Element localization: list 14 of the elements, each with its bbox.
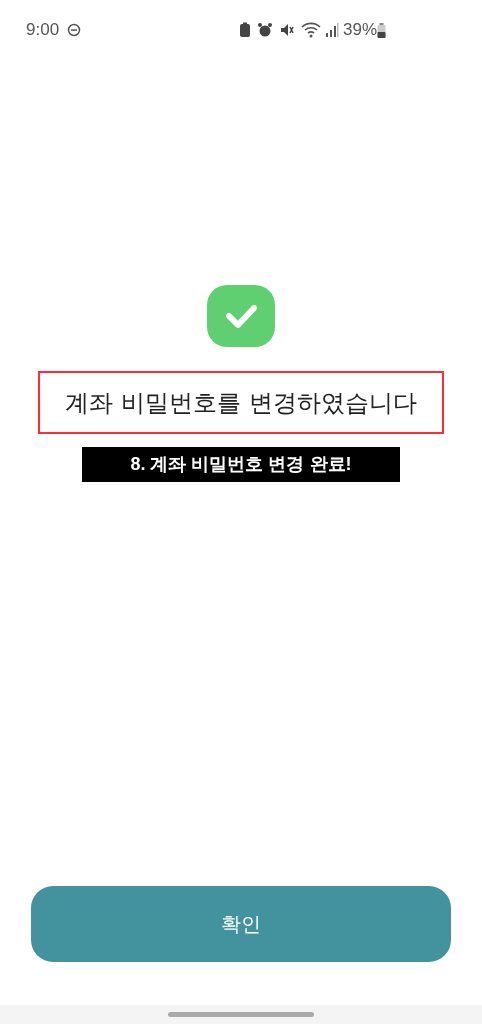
mute-icon <box>278 22 295 38</box>
signal-icon <box>324 23 339 37</box>
status-time: 9:00 <box>26 19 60 42</box>
battery-percentage: 39% <box>342 19 377 42</box>
wifi-icon <box>300 22 321 38</box>
home-indicator[interactable] <box>168 1012 314 1017</box>
battery-icon <box>377 22 386 38</box>
success-message: 계좌 비밀번호를 변경하였습니다 <box>65 387 417 419</box>
check-icon <box>207 285 275 347</box>
do-not-disturb-icon <box>67 23 82 37</box>
step-caption: 8. 계좌 비밀번호 변경 완료! <box>82 447 400 482</box>
confirm-button[interactable]: 확인 <box>31 886 451 962</box>
battery-saver-icon <box>238 22 251 38</box>
alarm-icon <box>256 22 273 38</box>
